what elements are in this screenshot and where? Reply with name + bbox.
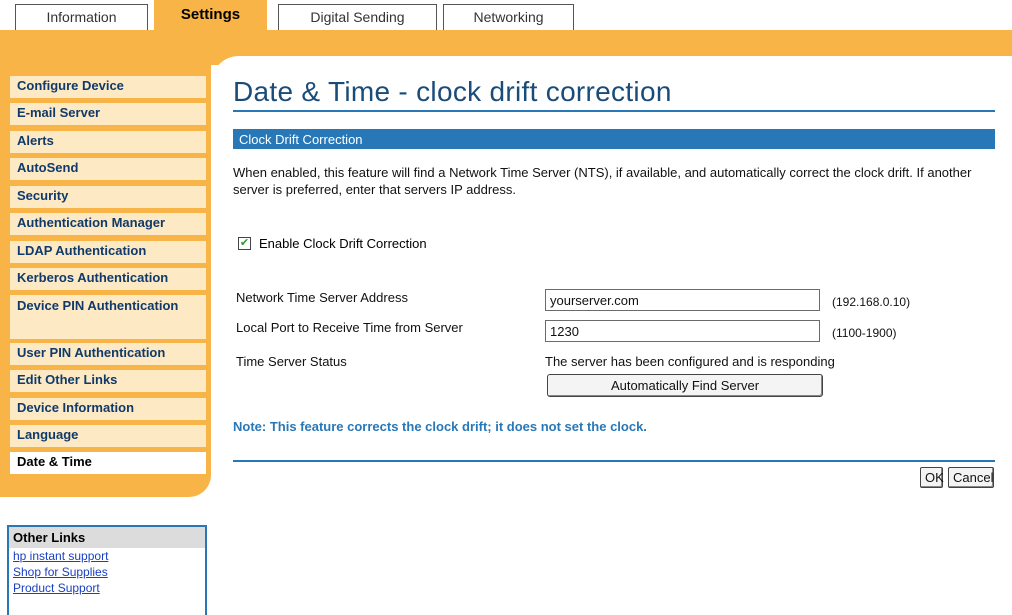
port-hint: (1100-1900): [832, 326, 897, 340]
tab-information[interactable]: Information: [15, 4, 148, 30]
link-product-support[interactable]: Product Support: [9, 580, 205, 596]
sidebar-item-user-pin-authentication[interactable]: User PIN Authentication: [10, 343, 206, 367]
section-description: When enabled, this feature will find a N…: [233, 165, 972, 197]
enable-clock-drift-label: Enable Clock Drift Correction: [259, 236, 427, 251]
sidebar-item-device-pin-label[interactable]: Device PIN Authentication: [10, 295, 206, 341]
port-input[interactable]: [545, 320, 820, 342]
automatically-find-server-button[interactable]: Automatically Find Server: [547, 374, 823, 397]
server-address-hint: (192.168.0.10): [832, 295, 911, 309]
link-shop-for-supplies[interactable]: Shop for Supplies: [9, 564, 205, 580]
sidebar-item-configure-device[interactable]: Configure Device: [10, 76, 206, 100]
server-address-label: Network Time Server Address: [236, 290, 408, 305]
link-hp-instant-support[interactable]: hp instant support: [9, 548, 205, 564]
port-label: Local Port to Receive Time from Server: [236, 320, 463, 335]
tab-digital-sending[interactable]: Digital Sending: [278, 4, 437, 30]
sidebar-item-ldap-authentication[interactable]: LDAP Authentication: [10, 241, 206, 265]
tab-settings[interactable]: Settings: [154, 0, 267, 33]
tab-networking[interactable]: Networking: [443, 4, 574, 30]
time-server-status-value: The server has been configured and is re…: [545, 354, 835, 369]
time-server-status-label: Time Server Status: [236, 354, 347, 369]
sidebar-item-autosend[interactable]: AutoSend: [10, 158, 206, 182]
server-address-input[interactable]: [545, 289, 820, 311]
page-title: Date & Time - clock drift correction: [233, 76, 672, 107]
sidebar-item-kerberos-authentication[interactable]: Kerberos Authentication: [10, 268, 206, 292]
bottom-divider: [233, 460, 995, 462]
enable-row: ✔ Enable Clock Drift Correction: [238, 236, 427, 251]
sidebar-item-date-time[interactable]: Date & Time: [10, 452, 206, 476]
section-header: Clock Drift Correction: [233, 129, 995, 149]
sidebar-item-email-server[interactable]: E-mail Server: [10, 103, 206, 127]
sidebar-item-security[interactable]: Security: [10, 186, 206, 210]
enable-clock-drift-checkbox[interactable]: ✔: [238, 237, 251, 250]
sidebar-item-device-information[interactable]: Device Information: [10, 398, 206, 422]
other-links-panel: Other Links hp instant support Shop for …: [7, 525, 207, 615]
title-divider: [233, 110, 995, 112]
tab-bar: Information Settings Digital Sending Net…: [0, 0, 1012, 33]
clock-drift-note: Note: This feature corrects the clock dr…: [233, 419, 647, 434]
sidebar-item-edit-other-links[interactable]: Edit Other Links: [10, 370, 206, 394]
ok-button[interactable]: OK: [920, 467, 944, 488]
cancel-button[interactable]: Cancel: [948, 467, 994, 488]
sidebar-item-authentication-manager[interactable]: Authentication Manager: [10, 213, 206, 237]
sidebar-item-alerts[interactable]: Alerts: [10, 131, 206, 155]
sidebar-item-language[interactable]: Language: [10, 425, 206, 449]
other-links-title: Other Links: [9, 527, 205, 548]
